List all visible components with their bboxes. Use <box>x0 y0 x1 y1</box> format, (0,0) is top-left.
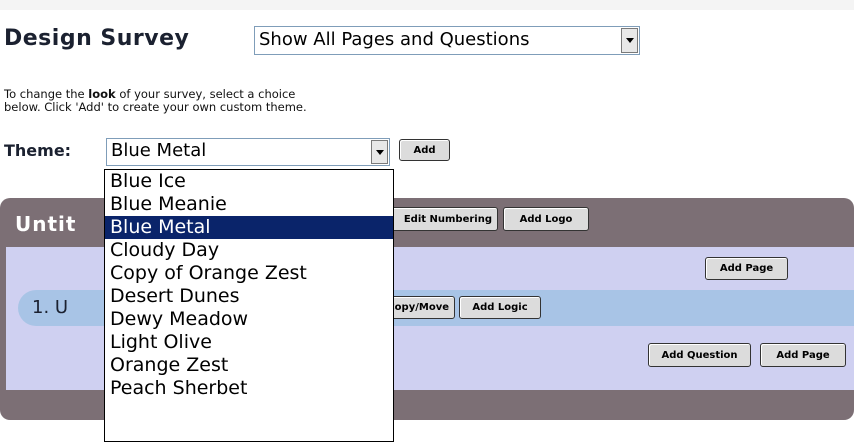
add-theme-button[interactable]: Add <box>399 139 450 161</box>
view-select[interactable]: Show All Pages and Questions <box>254 26 640 55</box>
theme-option[interactable]: Peach Sherbet <box>105 377 393 400</box>
add-question-button[interactable]: Add Question <box>648 343 751 367</box>
theme-option[interactable]: Blue Ice <box>105 170 393 193</box>
question-label: 1. U <box>32 297 69 318</box>
add-page-button-bottom[interactable]: Add Page <box>760 343 846 367</box>
add-logic-button[interactable]: Add Logic <box>459 296 541 319</box>
chevron-down-icon[interactable] <box>371 140 388 164</box>
add-page-button-top[interactable]: Add Page <box>705 257 788 280</box>
edit-numbering-button[interactable]: Edit Numbering <box>380 207 498 231</box>
theme-option[interactable]: Light Olive <box>105 331 393 354</box>
theme-option[interactable]: Dewy Meadow <box>105 308 393 331</box>
theme-option[interactable]: Desert Dunes <box>105 285 393 308</box>
theme-option[interactable]: Cloudy Day <box>105 239 393 262</box>
survey-title: Untit <box>15 212 77 236</box>
theme-option[interactable]: Copy of Orange Zest <box>105 262 393 285</box>
page-title: Design Survey <box>4 26 190 51</box>
theme-select[interactable]: Blue Metal <box>106 138 390 166</box>
theme-dropdown-list[interactable]: Blue Ice Blue Meanie Blue Metal Cloudy D… <box>104 169 394 442</box>
theme-option[interactable]: Orange Zest <box>105 354 393 377</box>
view-select-value: Show All Pages and Questions <box>259 29 530 50</box>
instructions: To change the look of your survey, selec… <box>4 87 307 114</box>
theme-select-value: Blue Metal <box>111 140 207 161</box>
theme-label: Theme: <box>4 141 72 160</box>
theme-option[interactable]: Blue Meanie <box>105 193 393 216</box>
theme-option-selected[interactable]: Blue Metal <box>105 216 393 239</box>
chevron-down-icon[interactable] <box>621 28 638 53</box>
add-logo-button[interactable]: Add Logo <box>503 207 589 231</box>
top-band <box>0 0 854 10</box>
